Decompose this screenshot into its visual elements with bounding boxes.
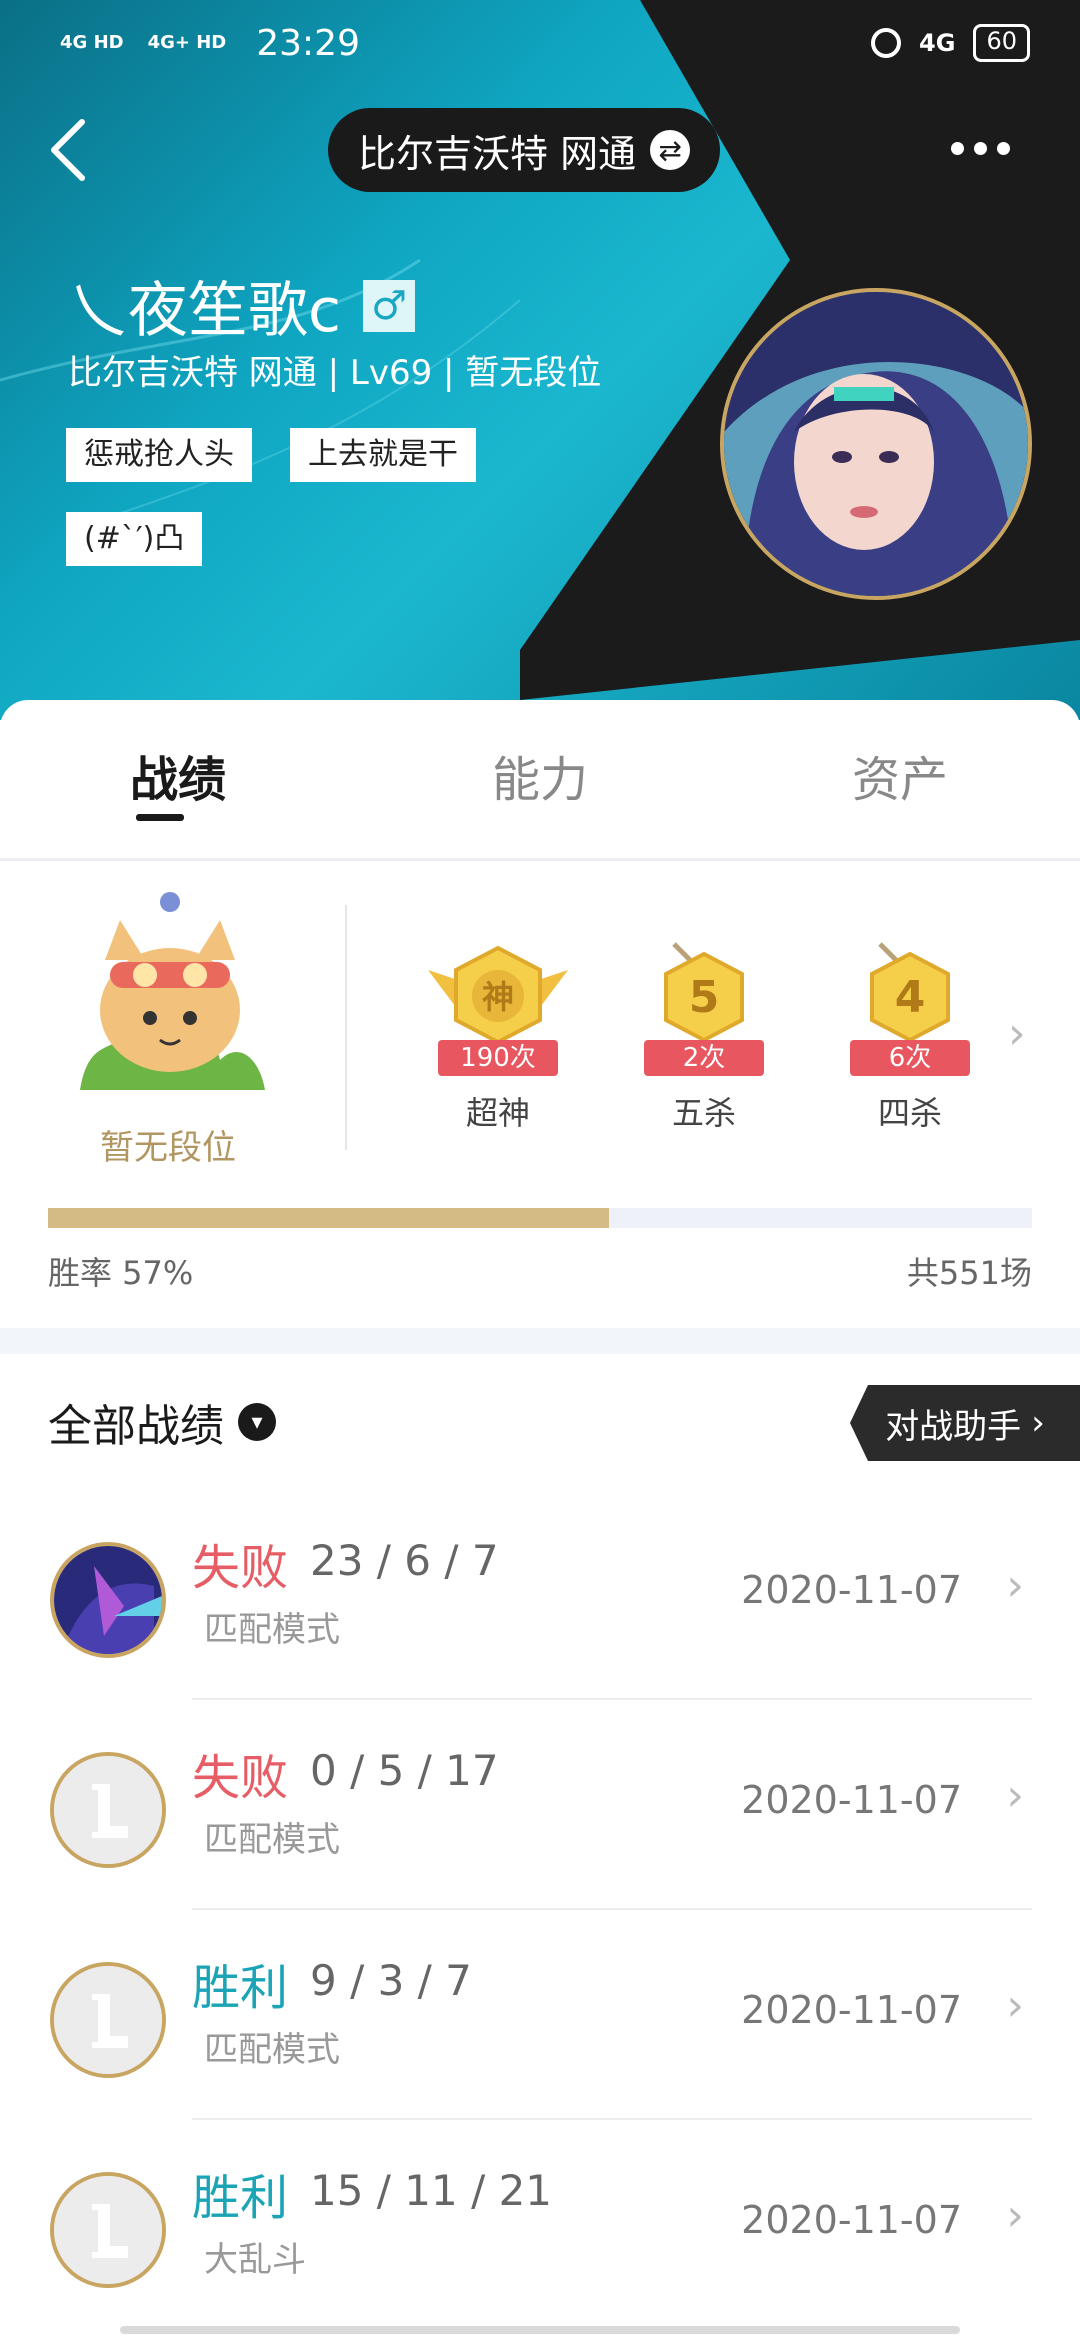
more-button[interactable]	[920, 128, 1040, 168]
match-result: 失败	[192, 1540, 289, 1596]
match-kda: 15 / 11 / 21	[310, 2166, 553, 2215]
status-bar: 4G HD 4G+ HD 23:29 4G 60	[60, 18, 1030, 68]
status-time: 23:29	[256, 22, 360, 64]
match-row[interactable]: 失败 23 / 6 / 7 匹配模式 2020-11-07 ›	[0, 1490, 1080, 1700]
chevron-right-icon: ›	[1031, 1403, 1045, 1443]
win-rate-fill	[48, 1208, 609, 1228]
player-name: 乀夜笙歌c	[68, 276, 341, 346]
network-indicator: 4G	[919, 29, 956, 57]
rank-label: 暂无段位	[100, 1128, 236, 1168]
champion-icon	[50, 1962, 166, 2078]
match-date: 2020-11-07	[741, 1988, 962, 2032]
match-date: 2020-11-07	[741, 1568, 962, 1612]
player-subtitle: 比尔吉沃特 网通 | Lv69 | 暂无段位	[68, 353, 602, 393]
teemo-rank-icon	[80, 892, 265, 1090]
more-dot	[973, 141, 987, 155]
divider	[345, 905, 347, 1150]
badge-count: 190次	[438, 1040, 558, 1076]
win-rate-label: 胜率 57%	[48, 1254, 194, 1292]
divider	[0, 858, 1080, 861]
chevron-right-icon: ›	[1006, 1980, 1024, 2031]
more-dot	[996, 141, 1010, 155]
player-avatar[interactable]	[720, 288, 1032, 600]
champion-icon	[50, 1542, 166, 1658]
match-mode: 匹配模式	[204, 1610, 340, 1650]
section-separator	[0, 1328, 1080, 1354]
match-date: 2020-11-07	[741, 1778, 962, 1822]
quadra-kill-badge-icon: 4	[870, 942, 950, 1043]
match-result: 胜利	[192, 2170, 289, 2226]
placeholder-l-icon	[54, 1966, 162, 2074]
match-row[interactable]: 失败 0 / 5 / 17 匹配模式 2020-11-07 ›	[0, 1700, 1080, 1910]
section-title: 全部战绩	[48, 1401, 224, 1452]
signal-icon: 4G HD	[60, 32, 124, 53]
swap-icon: ⇄	[650, 130, 691, 170]
legendary-badge-icon: 神	[428, 945, 568, 1045]
badge-label: 四杀	[877, 1094, 942, 1132]
player-tag: 上去就是干	[290, 428, 476, 482]
match-result: 胜利	[192, 1960, 289, 2016]
battery-indicator: 60	[973, 24, 1030, 62]
player-name-row: 乀夜笙歌c ♂	[68, 262, 415, 349]
match-mode: 匹配模式	[204, 2030, 340, 2070]
penta-kill-badge-icon: 5	[664, 942, 744, 1043]
badge-quadra-kill[interactable]: 4 6次 四杀	[840, 940, 980, 1132]
badge-count: 2次	[644, 1040, 764, 1076]
profile-header: 4G HD 4G+ HD 23:29 4G 60 比尔吉沃特 网通 ⇄ 乀夜笙歌…	[0, 0, 1080, 720]
match-kda: 23 / 6 / 7	[310, 1536, 499, 1585]
tab-ability[interactable]: 能力	[492, 740, 588, 810]
svg-text:4: 4	[895, 972, 926, 1023]
active-tab-indicator	[136, 814, 184, 821]
player-tag: (#`′)凸	[66, 512, 203, 566]
badge-count: 6次	[850, 1040, 970, 1076]
badge-legendary[interactable]: 神 190次 超神	[428, 940, 568, 1132]
chevron-down-icon: ▾	[238, 1403, 276, 1441]
more-dot	[950, 141, 964, 155]
badge-penta-kill[interactable]: 5 2次 五杀	[634, 940, 774, 1132]
match-row[interactable]: 胜利 9 / 3 / 7 匹配模式 2020-11-07 ›	[0, 1910, 1080, 2120]
total-games-label: 共551场	[906, 1254, 1032, 1292]
male-icon: ♂	[363, 279, 415, 332]
svg-text:神: 神	[482, 978, 514, 1016]
svg-text:5: 5	[689, 972, 720, 1023]
chevron-right-icon: ›	[1006, 2190, 1024, 2241]
match-mode: 匹配模式	[204, 1820, 340, 1860]
placeholder-l-icon	[54, 1756, 162, 1864]
win-rate-bar	[48, 1208, 1032, 1228]
badge-label: 五杀	[671, 1094, 736, 1132]
home-indicator	[120, 2326, 960, 2334]
champion-portrait-icon	[54, 1546, 162, 1654]
tab-bar: 战绩 能力 资产	[0, 700, 1080, 860]
champion-icon	[50, 1752, 166, 1868]
chevron-right-icon[interactable]: ›	[1008, 1008, 1026, 1059]
back-button[interactable]	[40, 110, 100, 190]
chevron-right-icon: ›	[1006, 1770, 1024, 1821]
tab-record[interactable]: 战绩	[130, 740, 226, 810]
match-row[interactable]: 胜利 15 / 11 / 21 大乱斗 2020-11-07 ›	[0, 2120, 1080, 2330]
battle-assistant-button[interactable]: 对战助手 ›	[850, 1385, 1080, 1461]
chevron-right-icon: ›	[1006, 1560, 1024, 1611]
chevron-left-icon	[51, 119, 85, 181]
signal-icon-2: 4G+ HD	[147, 32, 227, 53]
server-name: 比尔吉沃特 网通	[358, 131, 637, 176]
match-filter-dropdown[interactable]: 全部战绩 ▾	[48, 1390, 276, 1454]
champion-icon	[50, 2172, 166, 2288]
match-kda: 9 / 3 / 7	[310, 1956, 472, 2005]
alarm-icon	[871, 28, 902, 58]
match-result: 失败	[192, 1750, 289, 1806]
assist-button-label: 对战助手	[885, 1406, 1022, 1447]
placeholder-l-icon	[54, 2176, 162, 2284]
tab-assets[interactable]: 资产	[852, 740, 948, 810]
badge-label: 超神	[465, 1094, 530, 1132]
match-kda: 0 / 5 / 17	[310, 1746, 499, 1795]
player-tag: 惩戒抢人头	[66, 428, 252, 482]
avatar-portrait	[724, 292, 1028, 596]
match-date: 2020-11-07	[741, 2198, 962, 2242]
server-switch-button[interactable]: 比尔吉沃特 网通 ⇄	[328, 108, 721, 192]
match-mode: 大乱斗	[204, 2240, 306, 2280]
